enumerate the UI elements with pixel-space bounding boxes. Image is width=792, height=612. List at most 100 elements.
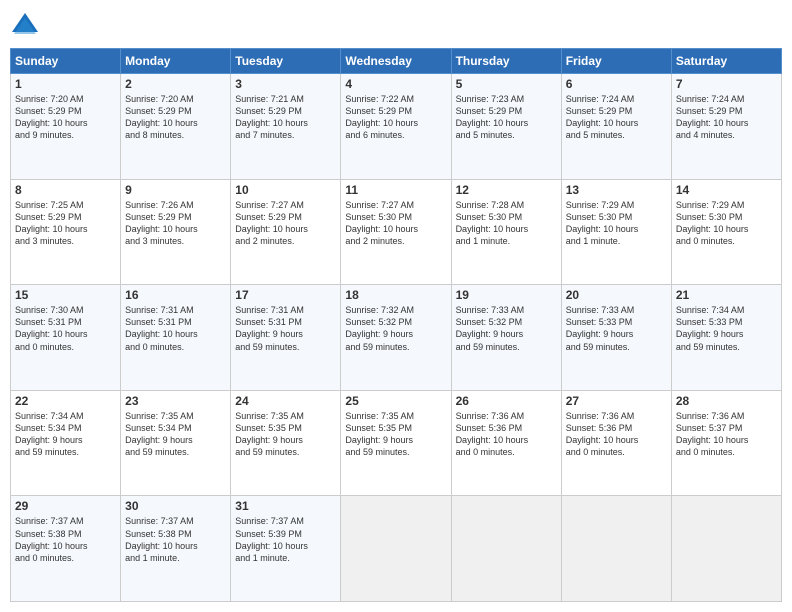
logo: [10, 10, 44, 40]
weekday-header: Sunday: [11, 49, 121, 74]
day-number: 26: [456, 394, 557, 408]
calendar-body: 1 Sunrise: 7:20 AM Sunset: 5:29 PM Daylig…: [11, 74, 782, 602]
day-info: Sunrise: 7:20 AM Sunset: 5:29 PM Dayligh…: [125, 93, 226, 142]
calendar-cell: 21 Sunrise: 7:34 AM Sunset: 5:33 PM Dayli…: [671, 285, 781, 391]
day-number: 14: [676, 183, 777, 197]
day-number: 7: [676, 77, 777, 91]
calendar-week: 22 Sunrise: 7:34 AM Sunset: 5:34 PM Dayli…: [11, 390, 782, 496]
day-info: Sunrise: 7:37 AM Sunset: 5:38 PM Dayligh…: [15, 515, 116, 564]
calendar-cell: 25Sunrise: 7:35 AM Sunset: 5:35 PM Dayli…: [341, 390, 451, 496]
day-info: Sunrise: 7:32 AM Sunset: 5:32 PM Dayligh…: [345, 304, 446, 353]
calendar-cell: 14 Sunrise: 7:29 AM Sunset: 5:30 PM Dayli…: [671, 179, 781, 285]
calendar-cell: [671, 496, 781, 602]
calendar-cell: 20 Sunrise: 7:33 AM Sunset: 5:33 PM Dayli…: [561, 285, 671, 391]
day-number: 17: [235, 288, 336, 302]
calendar-cell: 9Sunrise: 7:26 AM Sunset: 5:29 PM Daylig…: [121, 179, 231, 285]
calendar-cell: 12 Sunrise: 7:28 AM Sunset: 5:30 PM Dayli…: [451, 179, 561, 285]
day-info: Sunrise: 7:36 AM Sunset: 5:36 PM Dayligh…: [566, 410, 667, 459]
calendar-cell: 26 Sunrise: 7:36 AM Sunset: 5:36 PM Dayli…: [451, 390, 561, 496]
weekday-header: Friday: [561, 49, 671, 74]
calendar-cell: 24 Sunrise: 7:35 AM Sunset: 5:35 PM Dayli…: [231, 390, 341, 496]
calendar-cell: [561, 496, 671, 602]
day-number: 16: [125, 288, 226, 302]
calendar-cell: 11 Sunrise: 7:27 AM Sunset: 5:30 PM Dayli…: [341, 179, 451, 285]
day-info: Sunrise: 7:21 AM Sunset: 5:29 PM Dayligh…: [235, 93, 336, 142]
day-info: Sunrise: 7:31 AM Sunset: 5:31 PM Dayligh…: [125, 304, 226, 353]
day-number: 31: [235, 499, 336, 513]
day-number: 5: [456, 77, 557, 91]
calendar-cell: 3 Sunrise: 7:21 AM Sunset: 5:29 PM Daylig…: [231, 74, 341, 180]
day-number: 12: [456, 183, 557, 197]
day-number: 29: [15, 499, 116, 513]
day-info: Sunrise: 7:34 AM Sunset: 5:33 PM Dayligh…: [676, 304, 777, 353]
weekday-header: Wednesday: [341, 49, 451, 74]
calendar-cell: 16 Sunrise: 7:31 AM Sunset: 5:31 PM Dayli…: [121, 285, 231, 391]
day-number: 30: [125, 499, 226, 513]
day-number: 1: [15, 77, 116, 91]
calendar: SundayMondayTuesdayWednesdayThursdayFrid…: [10, 48, 782, 602]
day-info: Sunrise: 7:35 AM Sunset: 5:34 PM Dayligh…: [125, 410, 226, 459]
day-info: Sunrise: 7:29 AM Sunset: 5:30 PM Dayligh…: [676, 199, 777, 248]
day-info: Sunrise: 7:35 AM Sunset: 5:35 PM Dayligh…: [235, 410, 336, 459]
calendar-cell: 13Sunrise: 7:29 AM Sunset: 5:30 PM Dayli…: [561, 179, 671, 285]
day-info: Sunrise: 7:24 AM Sunset: 5:29 PM Dayligh…: [676, 93, 777, 142]
weekday-row: SundayMondayTuesdayWednesdayThursdayFrid…: [11, 49, 782, 74]
day-number: 2: [125, 77, 226, 91]
calendar-cell: 6Sunrise: 7:24 AM Sunset: 5:29 PM Daylig…: [561, 74, 671, 180]
day-info: Sunrise: 7:24 AM Sunset: 5:29 PM Dayligh…: [566, 93, 667, 142]
day-info: Sunrise: 7:30 AM Sunset: 5:31 PM Dayligh…: [15, 304, 116, 353]
day-number: 20: [566, 288, 667, 302]
day-number: 4: [345, 77, 446, 91]
weekday-header: Thursday: [451, 49, 561, 74]
day-number: 8: [15, 183, 116, 197]
weekday-header: Tuesday: [231, 49, 341, 74]
day-number: 19: [456, 288, 557, 302]
day-info: Sunrise: 7:29 AM Sunset: 5:30 PM Dayligh…: [566, 199, 667, 248]
calendar-week: 1 Sunrise: 7:20 AM Sunset: 5:29 PM Daylig…: [11, 74, 782, 180]
day-info: Sunrise: 7:20 AM Sunset: 5:29 PM Dayligh…: [15, 93, 116, 142]
day-number: 25: [345, 394, 446, 408]
calendar-week: 29 Sunrise: 7:37 AM Sunset: 5:38 PM Dayli…: [11, 496, 782, 602]
day-info: Sunrise: 7:27 AM Sunset: 5:29 PM Dayligh…: [235, 199, 336, 248]
day-info: Sunrise: 7:31 AM Sunset: 5:31 PM Dayligh…: [235, 304, 336, 353]
calendar-cell: [451, 496, 561, 602]
calendar-cell: 28Sunrise: 7:36 AM Sunset: 5:37 PM Dayli…: [671, 390, 781, 496]
calendar-cell: 4 Sunrise: 7:22 AM Sunset: 5:29 PM Daylig…: [341, 74, 451, 180]
calendar-cell: [341, 496, 451, 602]
day-info: Sunrise: 7:28 AM Sunset: 5:30 PM Dayligh…: [456, 199, 557, 248]
day-info: Sunrise: 7:34 AM Sunset: 5:34 PM Dayligh…: [15, 410, 116, 459]
day-info: Sunrise: 7:26 AM Sunset: 5:29 PM Dayligh…: [125, 199, 226, 248]
calendar-cell: 5Sunrise: 7:23 AM Sunset: 5:29 PM Daylig…: [451, 74, 561, 180]
calendar-cell: 31 Sunrise: 7:37 AM Sunset: 5:39 PM Dayli…: [231, 496, 341, 602]
day-info: Sunrise: 7:27 AM Sunset: 5:30 PM Dayligh…: [345, 199, 446, 248]
header: [10, 10, 782, 40]
calendar-cell: 23 Sunrise: 7:35 AM Sunset: 5:34 PM Dayli…: [121, 390, 231, 496]
calendar-cell: 27Sunrise: 7:36 AM Sunset: 5:36 PM Dayli…: [561, 390, 671, 496]
day-number: 24: [235, 394, 336, 408]
calendar-header: SundayMondayTuesdayWednesdayThursdayFrid…: [11, 49, 782, 74]
day-info: Sunrise: 7:33 AM Sunset: 5:33 PM Dayligh…: [566, 304, 667, 353]
calendar-cell: 15Sunrise: 7:30 AM Sunset: 5:31 PM Dayli…: [11, 285, 121, 391]
calendar-cell: 8 Sunrise: 7:25 AM Sunset: 5:29 PM Daylig…: [11, 179, 121, 285]
day-number: 21: [676, 288, 777, 302]
calendar-week: 15Sunrise: 7:30 AM Sunset: 5:31 PM Dayli…: [11, 285, 782, 391]
day-number: 22: [15, 394, 116, 408]
calendar-cell: 22 Sunrise: 7:34 AM Sunset: 5:34 PM Dayli…: [11, 390, 121, 496]
calendar-cell: 1 Sunrise: 7:20 AM Sunset: 5:29 PM Daylig…: [11, 74, 121, 180]
weekday-header: Monday: [121, 49, 231, 74]
day-info: Sunrise: 7:33 AM Sunset: 5:32 PM Dayligh…: [456, 304, 557, 353]
day-number: 23: [125, 394, 226, 408]
weekday-header: Saturday: [671, 49, 781, 74]
day-number: 11: [345, 183, 446, 197]
day-number: 3: [235, 77, 336, 91]
calendar-cell: 10Sunrise: 7:27 AM Sunset: 5:29 PM Dayli…: [231, 179, 341, 285]
day-info: Sunrise: 7:37 AM Sunset: 5:39 PM Dayligh…: [235, 515, 336, 564]
page: SundayMondayTuesdayWednesdayThursdayFrid…: [0, 0, 792, 612]
calendar-cell: 30Sunrise: 7:37 AM Sunset: 5:38 PM Dayli…: [121, 496, 231, 602]
day-info: Sunrise: 7:36 AM Sunset: 5:37 PM Dayligh…: [676, 410, 777, 459]
day-info: Sunrise: 7:25 AM Sunset: 5:29 PM Dayligh…: [15, 199, 116, 248]
day-info: Sunrise: 7:22 AM Sunset: 5:29 PM Dayligh…: [345, 93, 446, 142]
day-info: Sunrise: 7:36 AM Sunset: 5:36 PM Dayligh…: [456, 410, 557, 459]
calendar-week: 8 Sunrise: 7:25 AM Sunset: 5:29 PM Daylig…: [11, 179, 782, 285]
calendar-cell: 18Sunrise: 7:32 AM Sunset: 5:32 PM Dayli…: [341, 285, 451, 391]
